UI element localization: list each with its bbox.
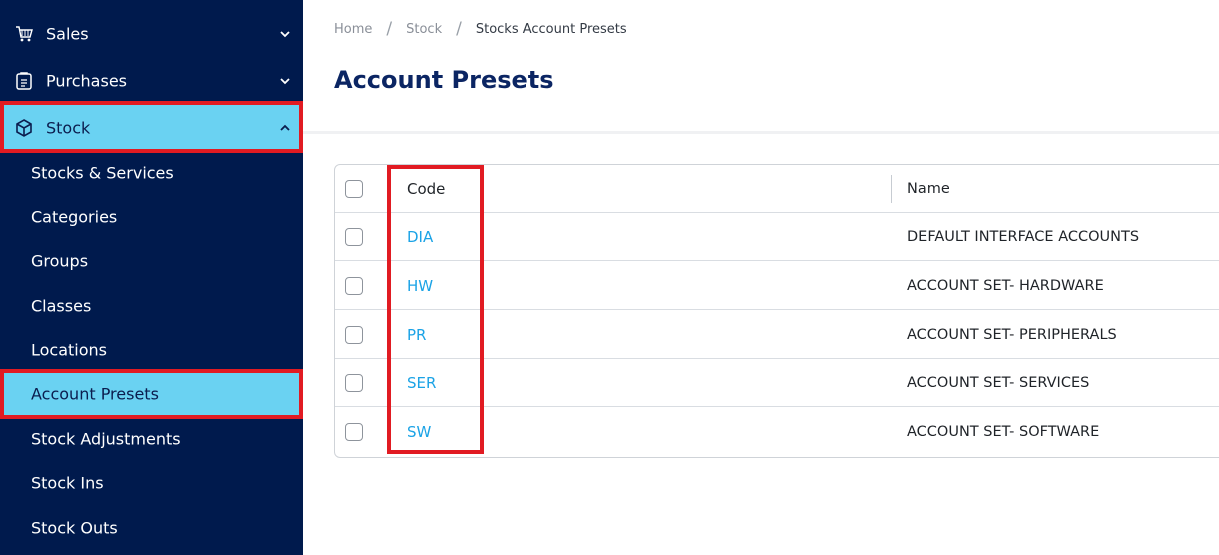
app: Sales Purchases Stock Stocks & Services … [0, 0, 1219, 555]
column-header-code[interactable]: Code [407, 180, 445, 198]
chevron-up-icon [280, 124, 290, 131]
page-title: Account Presets [334, 66, 554, 94]
sidebar-item-classes[interactable]: Classes [0, 284, 303, 328]
row-checkbox[interactable] [345, 325, 363, 344]
sidebar-item-stock-ins[interactable]: Stock Ins [0, 461, 303, 505]
nav-stock-label: Stock [46, 118, 91, 138]
nav-sales-label: Sales [46, 24, 89, 44]
row-name: ACCOUNT SET- SOFTWARE [907, 424, 1100, 440]
breadcrumb: Home / Stock / Stocks Account Presets [334, 17, 627, 41]
nav-purchases-label: Purchases [46, 71, 127, 91]
table-row[interactable]: DIA DEFAULT INTERFACE ACCOUNTS [335, 213, 1219, 261]
row-code-link[interactable]: SW [407, 423, 431, 441]
row-checkbox[interactable] [345, 423, 363, 441]
breadcrumb-current: Stocks Account Presets [475, 21, 627, 37]
divider [303, 131, 1219, 134]
nav-stock[interactable]: Stock [0, 105, 303, 151]
row-checkbox[interactable] [345, 227, 363, 246]
table-row[interactable]: HW ACCOUNT SET- HARDWARE [335, 262, 1219, 310]
table-row[interactable]: SW ACCOUNT SET- SOFTWARE [335, 408, 1219, 456]
row-name: ACCOUNT SET- PERIPHERALS [907, 326, 1117, 343]
sidebar-item-stocks-services[interactable]: Stocks & Services [0, 151, 303, 195]
sidebar-item-categories[interactable]: Categories [0, 195, 303, 239]
row-name: DEFAULT INTERFACE ACCOUNTS [907, 228, 1140, 245]
sidebar: Sales Purchases Stock Stocks & Services … [0, 0, 303, 555]
nav-purchases[interactable]: Purchases [0, 58, 303, 104]
table-row[interactable]: SER ACCOUNT SET- SERVICES [335, 359, 1219, 407]
sidebar-item-label: Categories [31, 207, 118, 227]
column-divider[interactable] [891, 175, 892, 203]
select-all-checkbox[interactable] [345, 179, 363, 198]
row-name: ACCOUNT SET- HARDWARE [907, 277, 1104, 294]
breadcrumb-separator: / [456, 19, 462, 39]
column-header-name[interactable]: Name [907, 181, 950, 197]
sidebar-item-groups[interactable]: Groups [0, 239, 303, 283]
row-code-link[interactable]: PR [407, 326, 426, 344]
breadcrumb-home[interactable]: Home [334, 22, 372, 37]
sidebar-item-stock-adjustments[interactable]: Stock Adjustments [0, 417, 303, 461]
sidebar-item-label: Groups [31, 251, 89, 271]
sidebar-item-label: Stock Ins [31, 473, 104, 493]
table-header: Code Name [335, 165, 1219, 213]
row-code-link[interactable]: SER [407, 374, 436, 392]
sidebar-item-label: Stock Outs [31, 518, 118, 538]
sidebar-item-label: Stocks & Services [31, 163, 174, 183]
sidebar-item-label: Stock Adjustments [31, 429, 181, 449]
sidebar-item-label: Locations [31, 340, 108, 360]
sidebar-item-locations[interactable]: Locations [0, 328, 303, 372]
main-content: Home / Stock / Stocks Account Presets Ac… [303, 0, 1219, 555]
chevron-down-icon [280, 78, 290, 85]
breadcrumb-stock[interactable]: Stock [406, 22, 442, 37]
row-name: ACCOUNT SET- SERVICES [907, 374, 1090, 391]
row-checkbox[interactable] [345, 276, 363, 295]
row-checkbox[interactable] [345, 373, 363, 392]
shopping-cart-icon [16, 26, 33, 42]
chevron-down-icon [280, 31, 290, 38]
row-code-link[interactable]: HW [407, 277, 433, 295]
sidebar-item-label: Account Presets [31, 384, 159, 404]
sidebar-item-label: Classes [31, 296, 92, 316]
sidebar-item-stock-outs[interactable]: Stock Outs [0, 506, 303, 550]
sidebar-item-account-presets[interactable]: Account Presets [0, 372, 303, 416]
presets-table: Code Name DIA DEFAULT INTERFACE ACCOUNTS… [334, 164, 1219, 458]
table-row[interactable]: PR ACCOUNT SET- PERIPHERALS [335, 311, 1219, 359]
clipboard-icon [16, 72, 32, 90]
row-code-link[interactable]: DIA [407, 228, 433, 246]
box-icon [16, 119, 32, 137]
nav-sales[interactable]: Sales [0, 11, 303, 57]
breadcrumb-separator: / [386, 19, 393, 39]
